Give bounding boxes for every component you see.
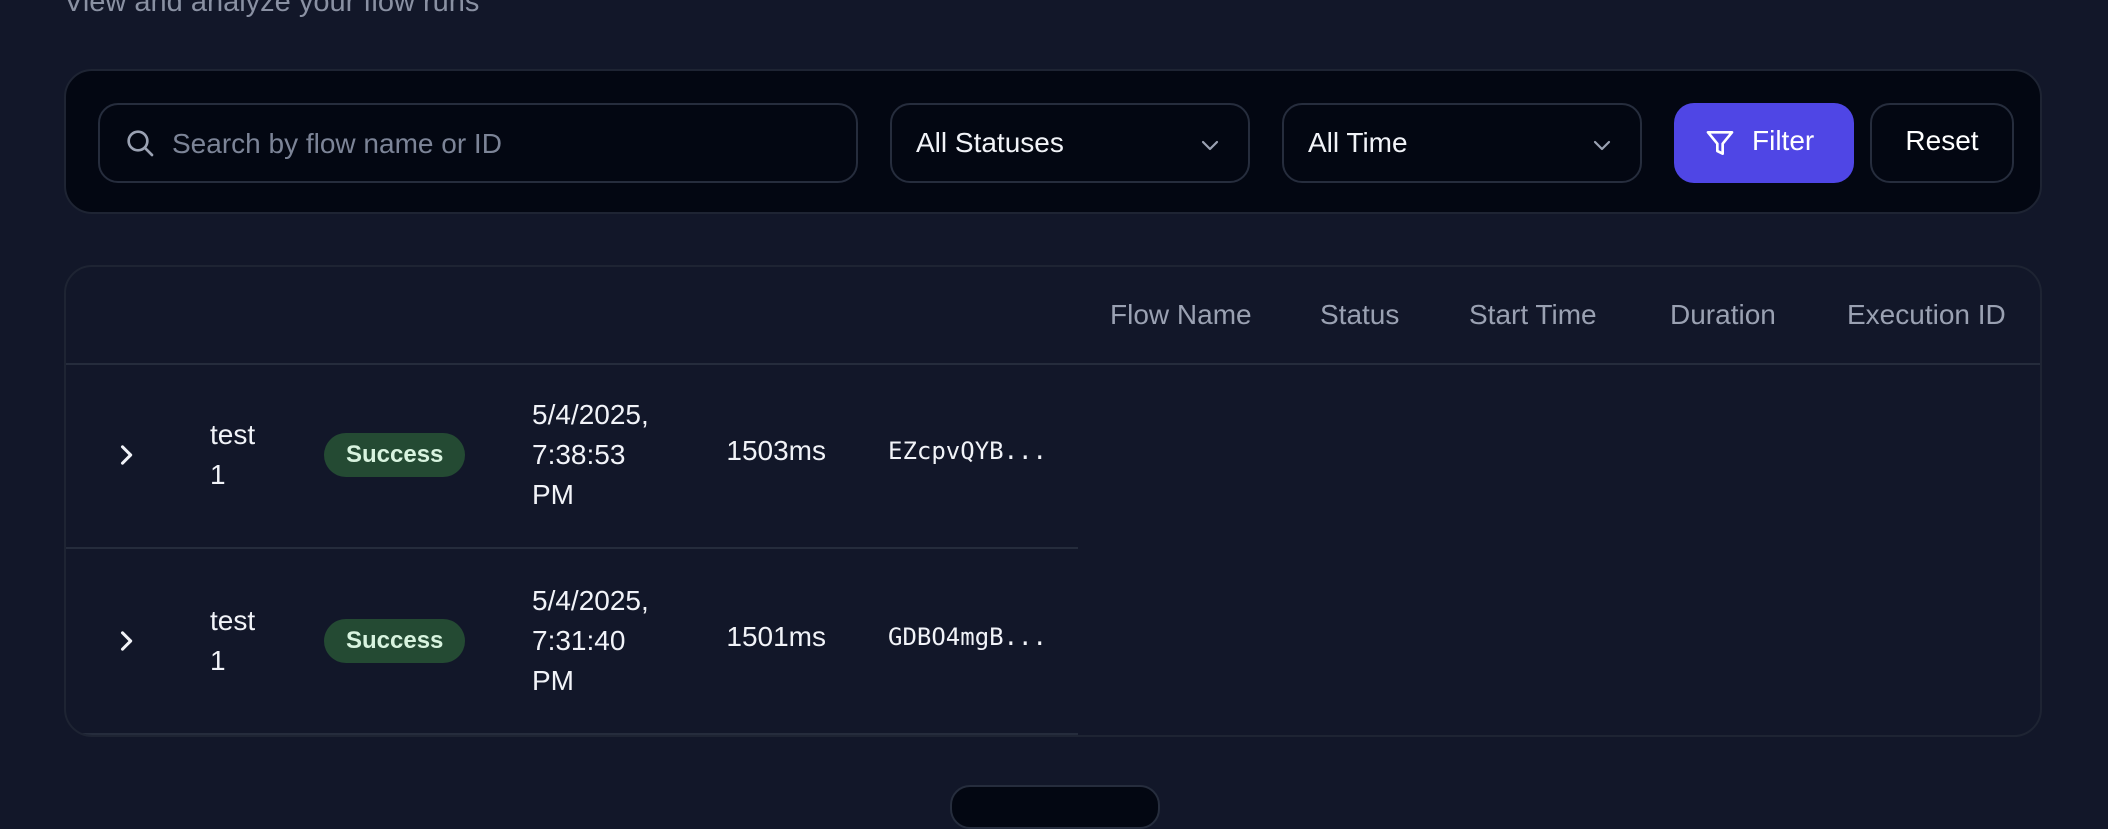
column-header-status: Status bbox=[1320, 299, 1400, 330]
reset-button[interactable]: Reset bbox=[1870, 103, 2014, 183]
runs-table: Flow Name Status Start Time Duration Exe… bbox=[64, 265, 2042, 737]
table-row[interactable]: test 1 Success 5/4/2025, 7:31:40 PM 1501… bbox=[66, 549, 1078, 735]
table-header: Flow Name Status Start Time Duration Exe… bbox=[66, 267, 2040, 365]
flow-name-cell: test 1 bbox=[210, 419, 256, 490]
table-row[interactable]: test 1 Success 5/4/2025, 7:38:53 PM 1503… bbox=[66, 363, 1078, 549]
duration-cell: 1503ms bbox=[726, 435, 826, 466]
flow-name-cell: test 1 bbox=[210, 605, 256, 676]
column-header-execution-id: Execution ID bbox=[1847, 299, 2006, 330]
page-subtitle: View and analyze your flow runs bbox=[64, 0, 480, 18]
duration-cell: 1501ms bbox=[726, 621, 826, 652]
pagination-control[interactable] bbox=[950, 785, 1160, 829]
status-badge: Success bbox=[324, 619, 466, 663]
status-select[interactable]: All Statuses bbox=[890, 103, 1250, 183]
filter-bar: All Statuses All Time Filter Reset bbox=[64, 69, 2042, 214]
filter-button[interactable]: Filter bbox=[1674, 103, 1854, 183]
filter-icon bbox=[1706, 131, 1734, 155]
execution-id-cell: EZcpvQYB... bbox=[888, 437, 1047, 465]
start-time-cell: 5/4/2025, 7:38:53 PM bbox=[532, 399, 649, 510]
status-select-value: All Statuses bbox=[916, 127, 1064, 158]
start-time-cell: 5/4/2025, 7:31:40 PM bbox=[532, 585, 649, 696]
search-box[interactable] bbox=[98, 103, 858, 183]
reset-button-label: Reset bbox=[1905, 125, 1979, 156]
search-input[interactable] bbox=[170, 105, 834, 183]
time-select-value: All Time bbox=[1308, 127, 1408, 158]
time-select[interactable]: All Time bbox=[1282, 103, 1642, 183]
filter-button-label: Filter bbox=[1752, 125, 1815, 156]
chevron-down-icon bbox=[1201, 140, 1219, 151]
column-header-flow-name: Flow Name bbox=[1110, 299, 1252, 330]
search-icon bbox=[127, 130, 154, 157]
chevron-right-icon[interactable] bbox=[112, 627, 140, 655]
chevron-down-icon bbox=[1593, 140, 1611, 151]
column-header-duration: Duration bbox=[1670, 299, 1776, 330]
column-header-start-time: Start Time bbox=[1469, 299, 1597, 330]
execution-id-cell: GDBO4mgB... bbox=[888, 623, 1047, 651]
status-badge: Success bbox=[324, 433, 466, 477]
chevron-right-icon[interactable] bbox=[112, 441, 140, 469]
